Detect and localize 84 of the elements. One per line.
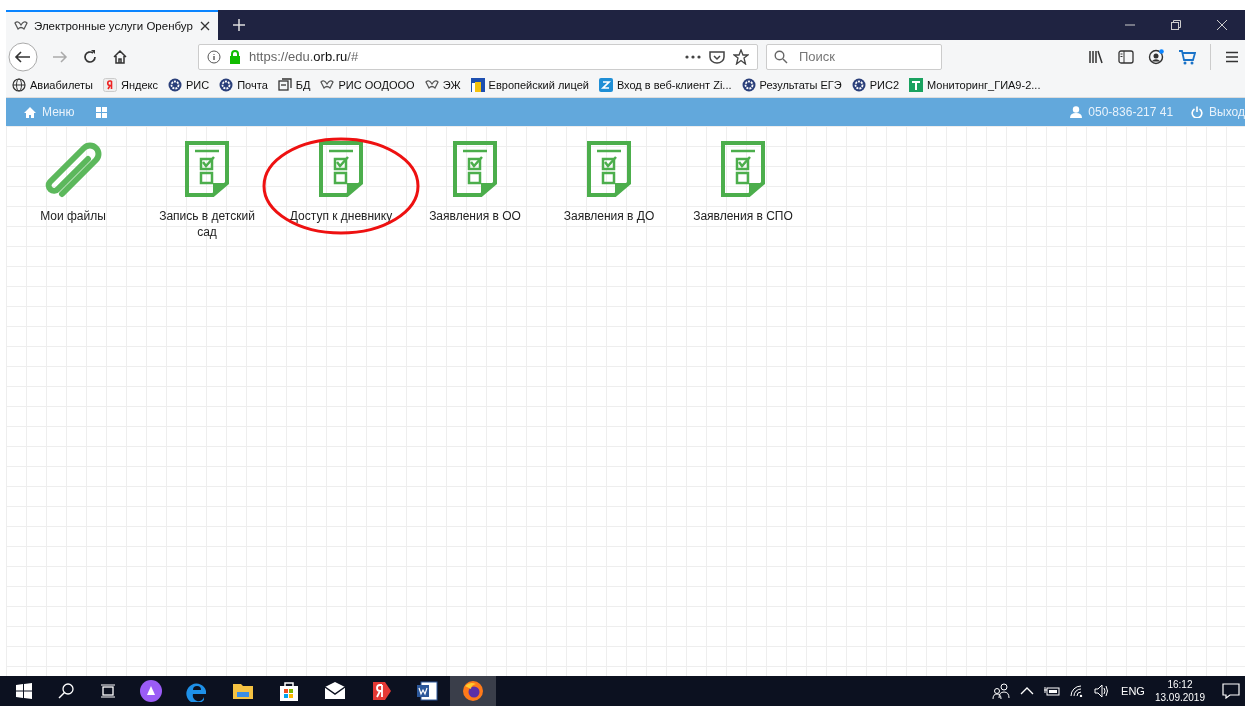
- bookmark[interactable]: Яндекс: [99, 78, 162, 92]
- tile-label: Заявления в ДО: [562, 208, 656, 224]
- reload-icon[interactable]: [82, 48, 98, 65]
- bird-icon: [14, 20, 28, 32]
- battery-icon[interactable]: [1044, 685, 1061, 697]
- power-icon: [1191, 106, 1204, 118]
- bookmark[interactable]: БД: [273, 78, 315, 92]
- people-icon[interactable]: [992, 683, 1011, 699]
- globe-icon: [12, 78, 26, 92]
- bookmark[interactable]: РИС: [164, 78, 214, 92]
- account-icon[interactable]: [1148, 48, 1164, 65]
- gear-icon: [741, 78, 756, 92]
- tab-title: Электронные услуги Оренбур: [34, 20, 193, 32]
- bookmark[interactable]: Почта: [215, 78, 272, 92]
- service-tile[interactable]: Заявления в ОО: [408, 140, 542, 240]
- document-icon: [586, 140, 632, 198]
- bookmark[interactable]: Результаты ЕГЭ: [737, 78, 846, 92]
- document-icon: [318, 140, 364, 198]
- gear-icon: [851, 78, 866, 92]
- address-field[interactable]: https://edu.orb.ru/#: [198, 43, 758, 70]
- gear-icon: [168, 78, 182, 92]
- flag-icon: [470, 78, 485, 92]
- tile-label: Доступ к дневнику: [289, 208, 393, 224]
- bookmark[interactable]: Мониторинг_ГИА9-2...: [905, 78, 1045, 92]
- envelope-icon[interactable]: [324, 680, 346, 702]
- search-field[interactable]: Поиск: [766, 43, 942, 70]
- grid-icon[interactable]: [96, 106, 108, 118]
- document-icon: [184, 140, 230, 198]
- bookmark[interactable]: РИС2: [847, 78, 904, 92]
- document-icon[interactable]: [416, 680, 438, 702]
- bookmark[interactable]: Европейский лицей: [466, 78, 593, 92]
- url-text: https://edu.orb.ru/#: [249, 49, 359, 64]
- task-view-icon[interactable]: [100, 683, 116, 699]
- bookmark[interactable]: ЭЖ: [420, 78, 465, 92]
- language-indicator[interactable]: ENG: [1121, 685, 1145, 697]
- speaker-icon[interactable]: [1094, 684, 1111, 698]
- yandex-icon: [103, 78, 117, 92]
- info-icon[interactable]: [207, 49, 221, 64]
- assistant-icon[interactable]: [140, 680, 162, 702]
- spreadsheet-icon: [909, 78, 924, 92]
- restore-icon[interactable]: [1170, 19, 1182, 31]
- star-icon[interactable]: [733, 48, 749, 65]
- service-tile[interactable]: Заявления в СПО: [676, 140, 810, 240]
- letter-icon: [598, 78, 613, 92]
- more-icon[interactable]: [685, 54, 701, 59]
- home-icon: [24, 106, 36, 118]
- browser-tab[interactable]: Электронные услуги Оренбур: [6, 10, 218, 40]
- notification-icon[interactable]: [1222, 683, 1240, 699]
- tile-label: Заявления в СПО: [692, 208, 794, 224]
- back-icon[interactable]: [8, 41, 38, 72]
- service-tile[interactable]: Мои файлы: [6, 140, 140, 240]
- tile-label: Заявления в ОО: [428, 208, 522, 224]
- chevron-up-icon[interactable]: [1020, 686, 1035, 696]
- service-tile[interactable]: Заявления в ДО: [542, 140, 676, 240]
- close-icon[interactable]: [198, 20, 211, 32]
- menu-icon[interactable]: [1225, 50, 1239, 63]
- sidebar-icon[interactable]: [1118, 49, 1134, 64]
- forward-icon: [52, 49, 68, 64]
- bookmark[interactable]: Авиабилеты: [8, 78, 97, 92]
- service-tile[interactable]: Доступ к дневнику: [274, 140, 408, 240]
- library-icon[interactable]: [1088, 49, 1104, 64]
- yandex-icon[interactable]: [370, 680, 392, 702]
- service-tile[interactable]: Запись в детский сад: [140, 140, 274, 240]
- firefox-icon[interactable]: [462, 680, 484, 702]
- tile-label: Мои файлы: [39, 208, 107, 224]
- home-icon[interactable]: [112, 48, 128, 65]
- shopping-bag-icon[interactable]: [278, 680, 300, 702]
- wifi-icon[interactable]: [1070, 685, 1085, 697]
- clock-date: 13.09.2019: [1154, 691, 1205, 704]
- windows-icon[interactable]: [16, 683, 32, 699]
- gear-icon: [219, 78, 234, 92]
- search-icon[interactable]: [58, 683, 74, 699]
- close-icon[interactable]: [1216, 19, 1228, 31]
- cart-icon[interactable]: [1178, 48, 1196, 65]
- bookmark[interactable]: РИС ООДООО: [316, 78, 419, 92]
- document-icon: [452, 140, 498, 198]
- bookmark[interactable]: Вход в веб-клиент Zi...: [594, 78, 736, 92]
- pocket-icon[interactable]: [709, 49, 725, 64]
- document-icon: [720, 140, 766, 198]
- lock-icon: [229, 49, 241, 64]
- tile-label: Запись в детский сад: [158, 208, 256, 240]
- plus-icon[interactable]: [232, 18, 246, 32]
- clock-time: 16:12: [1167, 678, 1193, 691]
- user-icon: [1070, 106, 1083, 118]
